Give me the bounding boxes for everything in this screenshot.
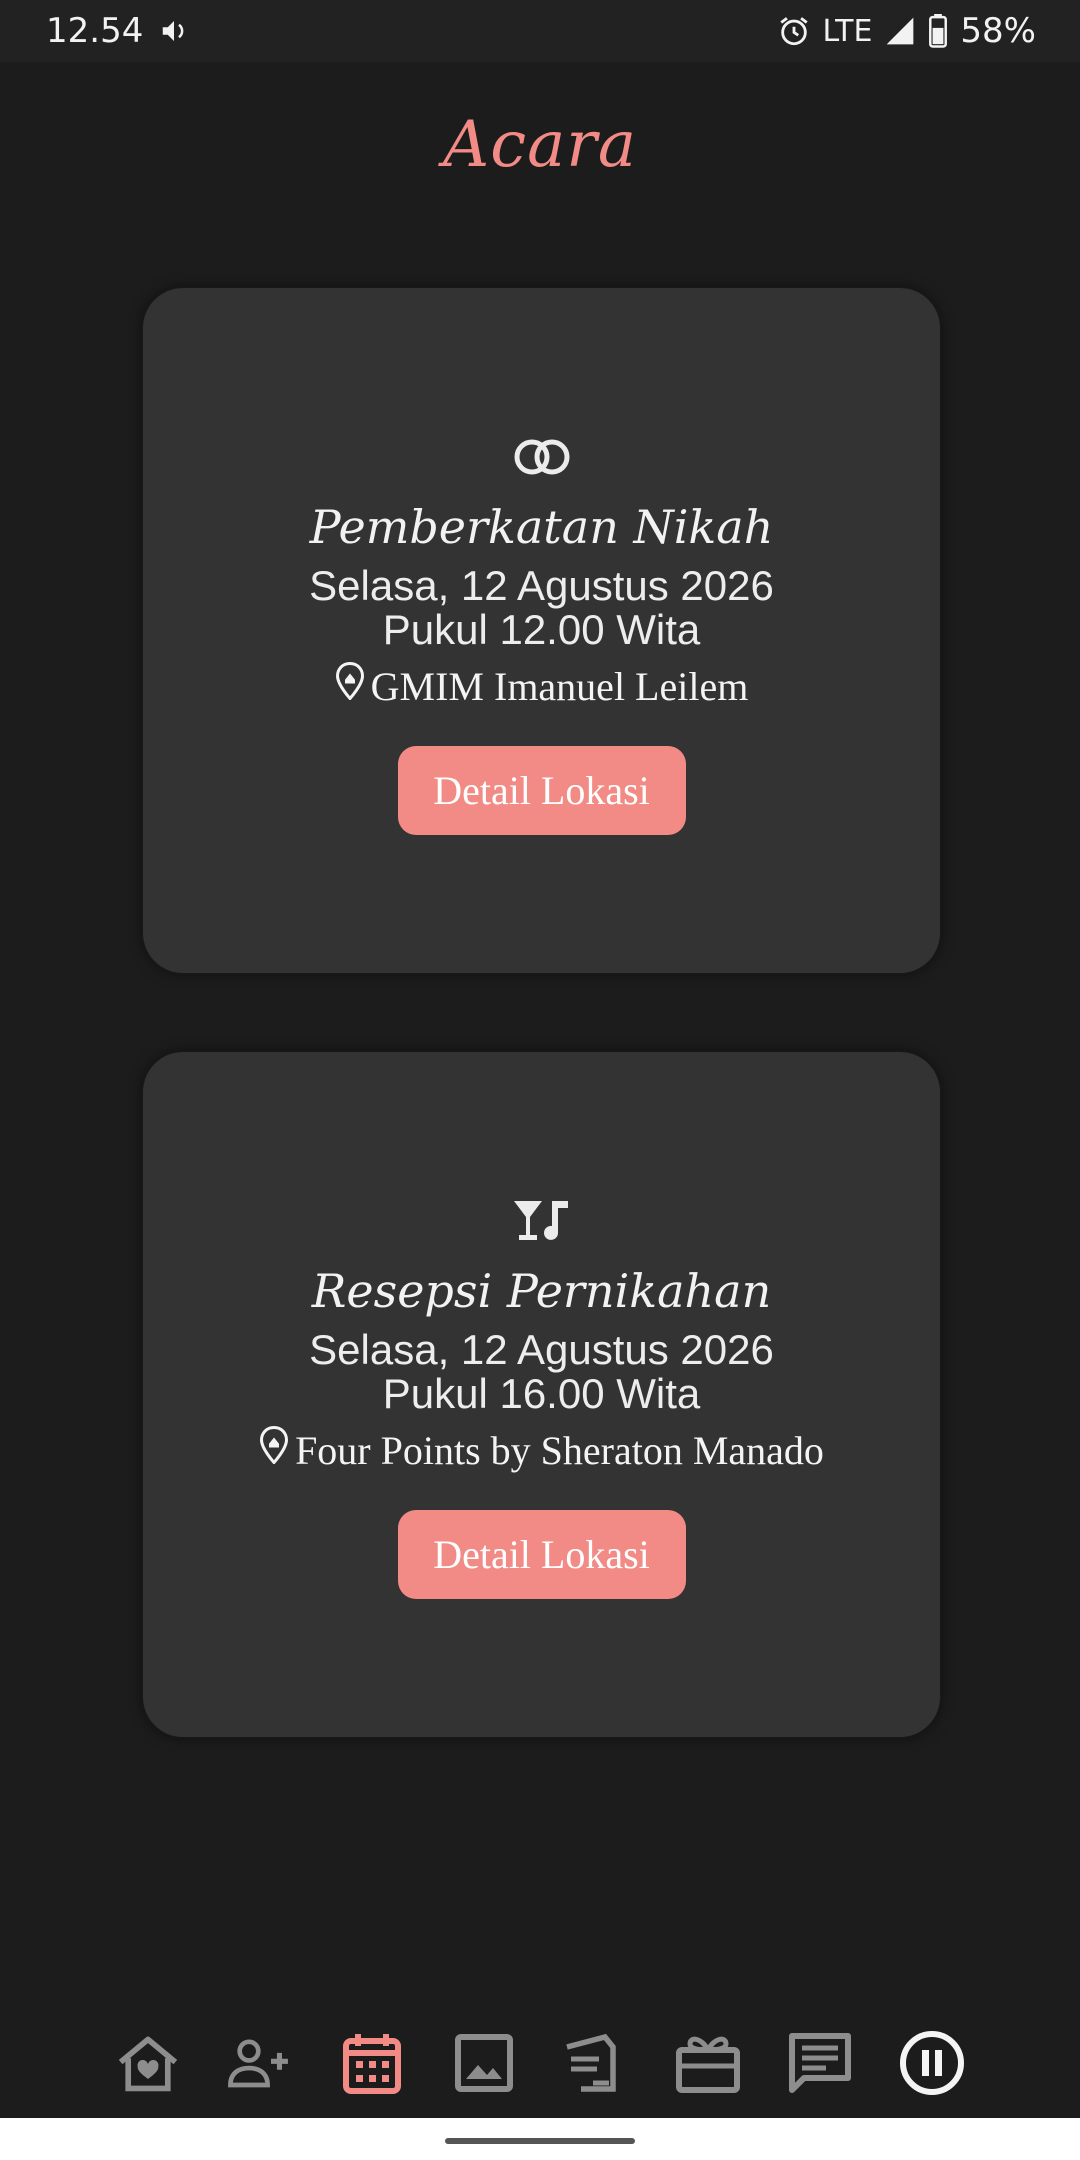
event-title: Resepsi Pernikahan <box>311 1264 772 1318</box>
event-date: Selasa, 12 Agustus 2026 <box>309 1326 774 1373</box>
status-bar: 12.54 LTE 58% <box>0 0 1080 62</box>
cocktail-music-icon <box>512 1190 572 1252</box>
add-person-icon[interactable] <box>227 2030 293 2096</box>
event-time: Pukul 16.00 Wita <box>382 1370 701 1417</box>
alarm-icon <box>777 14 811 48</box>
event-title: Pemberkatan Nikah <box>309 500 774 554</box>
detail-location-button[interactable]: Detail Lokasi <box>397 1510 686 1599</box>
battery-level: 58% <box>960 11 1036 51</box>
love-letter-icon[interactable] <box>563 2030 629 2096</box>
home-heart-icon[interactable] <box>115 2030 181 2096</box>
page-title: Acara <box>443 108 637 182</box>
event-card-wedding-blessing: Pemberkatan Nikah Selasa, 12 Agustus 202… <box>143 288 940 973</box>
event-location: Four Points by Sheraton Manado <box>259 1425 824 1476</box>
signal-icon <box>884 15 916 47</box>
event-date: Selasa, 12 Agustus 2026 <box>309 562 774 609</box>
location-pin-icon <box>335 661 365 712</box>
status-time: 12.54 <box>46 11 144 51</box>
event-location: GMIM Imanuel Leilem <box>335 661 749 712</box>
location-pin-icon <box>259 1425 289 1476</box>
message-icon[interactable] <box>787 2030 853 2096</box>
gesture-area <box>0 2118 1080 2160</box>
gallery-icon[interactable] <box>451 2030 517 2096</box>
gesture-handle[interactable] <box>445 2138 635 2144</box>
event-time: Pukul 12.00 Wita <box>382 606 701 653</box>
event-location-name: Four Points by Sheraton Manado <box>295 1428 824 1473</box>
pause-icon[interactable] <box>899 2030 965 2096</box>
rings-icon <box>511 426 573 488</box>
battery-icon <box>928 14 948 48</box>
volume-icon <box>159 16 189 46</box>
event-card-reception: Resepsi Pernikahan Selasa, 12 Agustus 20… <box>143 1052 940 1737</box>
bottom-nav <box>0 2020 1080 2106</box>
event-location-name: GMIM Imanuel Leilem <box>370 664 749 709</box>
network-type: LTE <box>822 13 873 49</box>
calendar-icon[interactable] <box>339 2030 405 2096</box>
detail-location-button[interactable]: Detail Lokasi <box>397 746 686 835</box>
gift-icon[interactable] <box>675 2030 741 2096</box>
